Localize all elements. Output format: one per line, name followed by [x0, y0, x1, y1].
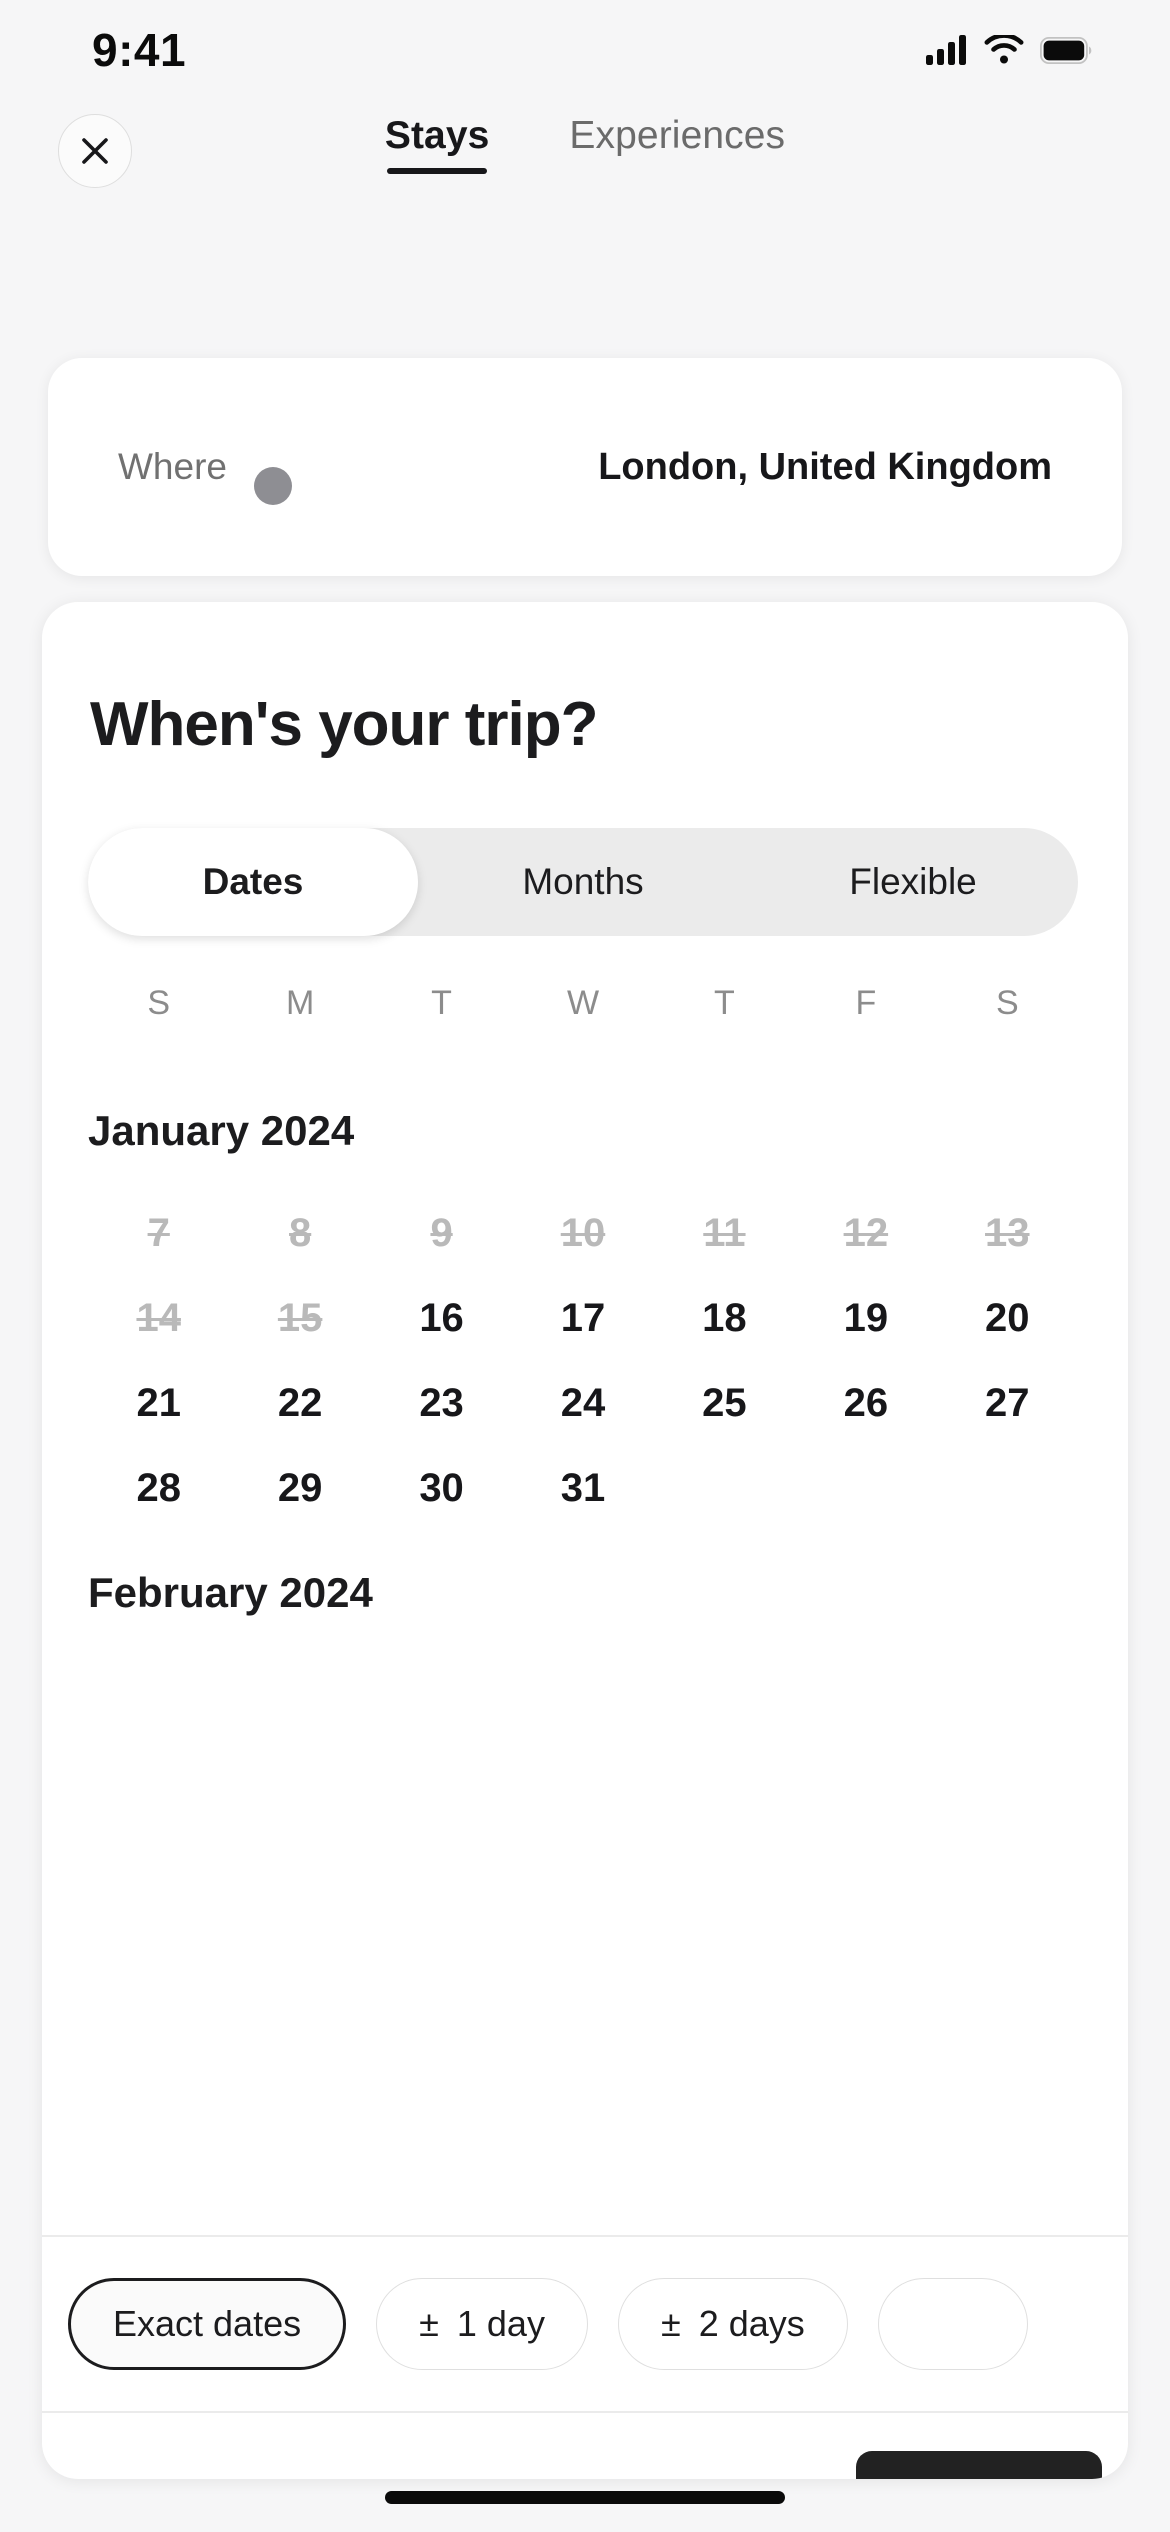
weekday-header-6: S: [995, 984, 1019, 1022]
calendar-day[interactable]: 16: [371, 1276, 512, 1361]
flexibility-chip[interactable]: ±1 day: [376, 2278, 588, 2370]
calendar-day[interactable]: 19: [795, 1276, 936, 1361]
weekday-header-1: M: [285, 984, 315, 1022]
calendar-day[interactable]: 24: [512, 1361, 653, 1446]
home-indicator: [385, 2491, 785, 2504]
status-bar-icons: [926, 35, 1092, 65]
calendar-day[interactable]: 22: [229, 1361, 370, 1446]
date-mode-segmented-control: Dates Months Flexible: [88, 828, 1078, 936]
flexibility-chip[interactable]: ±2 days: [617, 2278, 848, 2370]
close-button[interactable]: [58, 114, 132, 188]
tab-experiences[interactable]: Experiences: [569, 114, 785, 174]
weekday-header-3: W: [566, 984, 600, 1022]
plus-minus-icon: ±: [660, 2303, 681, 2344]
calendar-day[interactable]: 27: [937, 1361, 1078, 1446]
month-title: January 2024: [88, 1107, 355, 1154]
calendar-day[interactable]: 26: [795, 1361, 936, 1446]
calendar-day: 8: [289, 1211, 312, 1255]
calendar-day[interactable]: 20: [937, 1276, 1078, 1361]
calendar-day: 11: [703, 1211, 746, 1255]
calendar-day[interactable]: 17: [512, 1276, 653, 1361]
tab-stays[interactable]: Stays: [385, 114, 490, 174]
weekday-header-4: T: [714, 984, 735, 1022]
weekday-header-row: SMTWTFS: [88, 984, 1078, 1023]
cellular-signal-icon: [926, 35, 966, 65]
weekday-header-5: F: [855, 984, 877, 1022]
calendar-day-empty: [937, 1446, 1078, 1531]
segment-dates[interactable]: Dates: [88, 828, 418, 936]
calendar-day: 9: [430, 1211, 453, 1255]
plus-minus-icon: ±: [419, 2303, 439, 2344]
cursor-indicator: [254, 467, 292, 505]
close-icon: [82, 138, 108, 164]
calendar-day[interactable]: 25: [654, 1361, 795, 1446]
where-field[interactable]: Where London, United Kingdom: [48, 358, 1122, 576]
flexibility-chip[interactable]: Exact dates: [68, 2278, 347, 2370]
flexibility-chip-clipped[interactable]: [877, 2278, 1028, 2370]
where-value: London, United Kingdom: [598, 445, 1052, 488]
panel-footer: Skip Next: [42, 2411, 1128, 2479]
search-type-tabs: Stays Experiences: [0, 114, 1170, 174]
calendar-day[interactable]: 31: [512, 1446, 653, 1531]
flexibility-chip-label: Exact dates: [113, 2303, 302, 2344]
calendar-day[interactable]: 23: [371, 1361, 512, 1446]
battery-icon: [1040, 36, 1092, 64]
month-days-grid: 7 8 9 10 11 12 13 14 15 16 17 18 19 20 21 22 23 24 25 26 27 2…: [88, 1191, 1078, 1531]
calendar-day: 12: [843, 1211, 889, 1255]
calendar-day: 10: [560, 1211, 606, 1255]
calendar-day[interactable]: 18: [654, 1276, 795, 1361]
calendar-day[interactable]: 21: [88, 1361, 229, 1446]
when-panel: When's your trip? Dates Months Flexible …: [42, 602, 1128, 2479]
calendar-day[interactable]: 29: [229, 1446, 370, 1531]
flexibility-chips-row: Exact dates ±1 day ±2 days: [42, 2235, 1128, 2411]
calendar-day: 13: [985, 1211, 1030, 1255]
wifi-icon: [984, 35, 1024, 64]
calendar-day-empty: [654, 1446, 795, 1531]
modal-header: Stays Experiences: [0, 114, 1170, 210]
flexibility-chip-label: 2 days: [698, 2303, 805, 2344]
month-january: January 2024 7 8 9 10 11 12 13 14 15 16 17 18 19 20 21…: [88, 1107, 1078, 1531]
calendar-day[interactable]: 30: [371, 1446, 512, 1531]
calendar-day: 15: [277, 1296, 323, 1340]
status-bar: 9:41: [0, 0, 1170, 100]
month-title: February 2024: [88, 1569, 373, 1616]
calendar-day[interactable]: 28: [88, 1446, 229, 1531]
month-february: February 2024: [88, 1569, 1078, 1617]
weekday-header-0: S: [147, 984, 171, 1022]
where-label: Where: [118, 446, 227, 487]
next-button[interactable]: Next: [856, 2451, 1102, 2479]
segment-flexible[interactable]: Flexible: [748, 828, 1078, 936]
calendar-day-empty: [795, 1446, 936, 1531]
page-title: When's your trip?: [90, 690, 599, 759]
weekday-header-2: T: [431, 984, 452, 1022]
calendar-day: 14: [136, 1296, 181, 1340]
segment-months[interactable]: Months: [418, 828, 748, 936]
flexibility-chip-label: 1 day: [456, 2303, 545, 2344]
calendar-day: 7: [147, 1211, 170, 1255]
status-bar-time: 9:41: [92, 24, 187, 76]
